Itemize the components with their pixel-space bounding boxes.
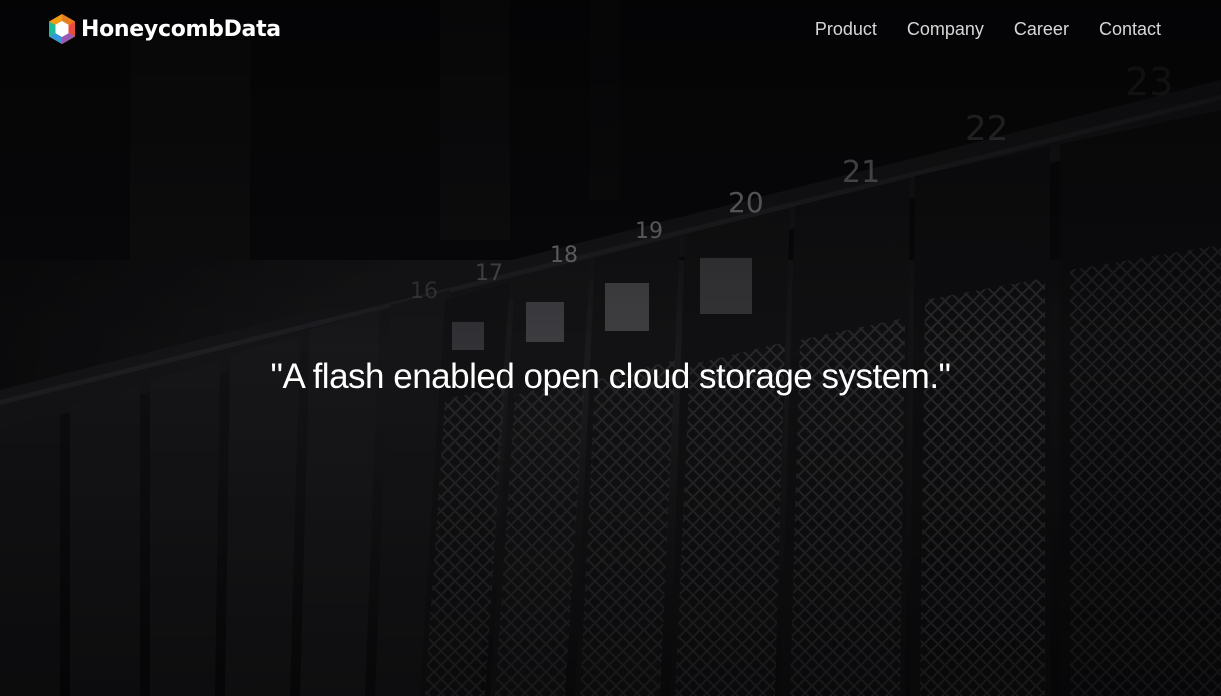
brand-logo-link[interactable]: HoneycombData bbox=[48, 13, 281, 45]
nav-link-company[interactable]: Company bbox=[907, 19, 984, 40]
nav-link-career[interactable]: Career bbox=[1014, 19, 1069, 40]
honeycomb-hexagon-icon bbox=[49, 14, 75, 44]
top-navbar: HoneycombData Product Company Career Con… bbox=[0, 0, 1221, 60]
server-rack-background: 16 17 18 19 20 21 22 23 bbox=[0, 0, 1221, 696]
nav-link-contact[interactable]: Contact bbox=[1099, 19, 1161, 40]
brand-name: HoneycombData bbox=[81, 16, 281, 42]
hero-section: 16 17 18 19 20 21 22 23 HoneycombData bbox=[0, 0, 1221, 696]
nav-link-product[interactable]: Product bbox=[815, 19, 877, 40]
hero-tagline: "A flash enabled open cloud storage syst… bbox=[270, 357, 951, 397]
main-nav: Product Company Career Contact bbox=[815, 19, 1161, 40]
